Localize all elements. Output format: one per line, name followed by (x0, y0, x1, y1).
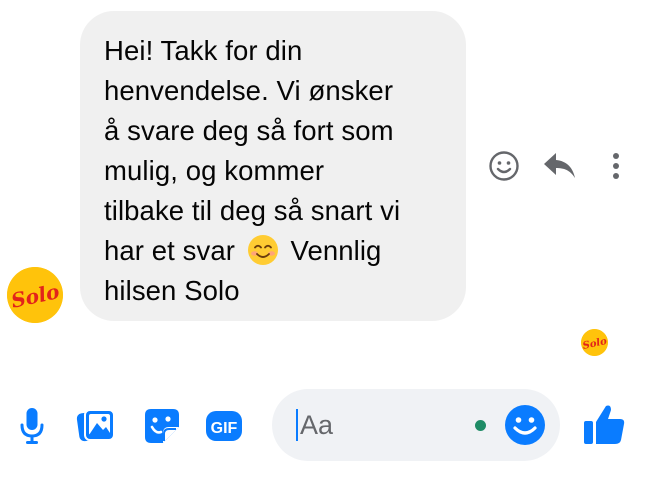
more-options-button[interactable] (606, 148, 626, 184)
react-button[interactable] (486, 148, 522, 184)
message-line: henvendelse. Vi ønsker (104, 75, 394, 106)
sticker-icon (145, 409, 179, 443)
sender-avatar[interactable]: Solo (7, 267, 63, 323)
message-line: hilsen Solo (104, 275, 240, 306)
message-line: Hei! Takk for din (104, 35, 303, 66)
thumbs-up-icon[interactable] (581, 402, 627, 448)
attach-photo-button[interactable] (76, 404, 116, 448)
microphone-icon (20, 408, 44, 444)
message-input[interactable] (300, 409, 460, 441)
voice-clip-button[interactable] (14, 404, 50, 448)
message-actions (486, 148, 636, 184)
message-composer[interactable] (272, 389, 560, 461)
more-vertical-icon (613, 153, 619, 179)
message-text: Vennlig (290, 235, 382, 266)
solo-logo-icon: Solo (581, 329, 608, 356)
gif-label: GIF (211, 420, 238, 437)
photo-icon (76, 409, 115, 442)
message-line-with-emoji: har et svar Vennlig (104, 231, 444, 271)
read-receipt-avatar: Solo (581, 329, 608, 356)
presence-dot (475, 420, 486, 431)
solo-logo-icon: Solo (7, 267, 63, 323)
message-line: tilbake til deg så snart vi (104, 195, 401, 226)
text-caret (296, 409, 298, 441)
reply-button[interactable] (542, 148, 578, 184)
message-line: mulig, og kommer (104, 155, 325, 186)
smiling-face-emoji-icon (247, 235, 278, 265)
smiley-icon (489, 151, 519, 181)
reply-icon (544, 153, 575, 178)
emoji-icon[interactable] (503, 403, 547, 447)
message-line: å svare deg så fort som (104, 115, 394, 146)
gif-button[interactable]: GIF (204, 404, 244, 448)
gif-icon: GIF (206, 411, 242, 441)
sticker-button[interactable] (142, 404, 182, 448)
message-text: har et svar (104, 235, 236, 266)
message-bubble[interactable]: Hei! Takk for din henvendelse. Vi ønsker… (80, 11, 466, 321)
